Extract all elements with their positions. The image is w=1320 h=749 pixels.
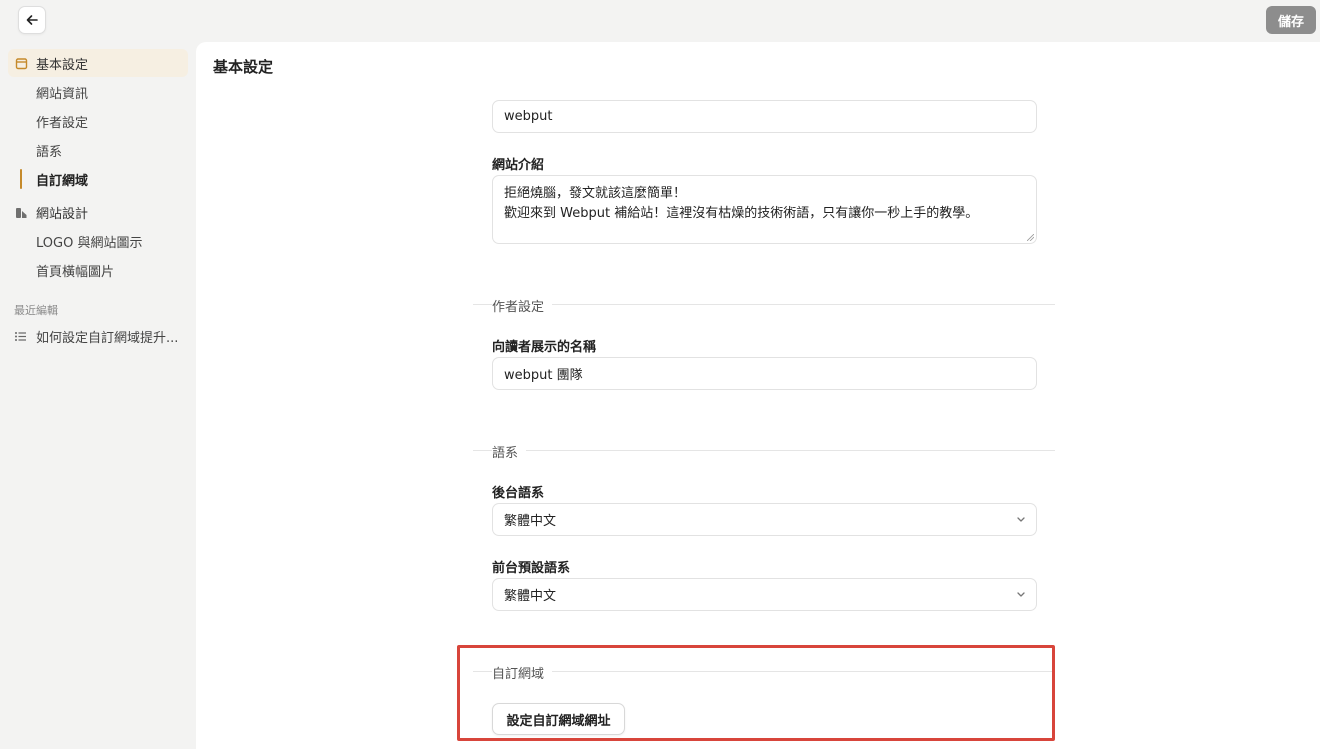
site-intro-line: 拒絕燒腦，發文就該這麼簡單！ (504, 186, 687, 201)
select-value: 繁體中文 (504, 514, 557, 529)
sidebar-item-banner[interactable]: 首頁橫幅圖片 (36, 259, 114, 281)
sidebar-group-label: 網站設計 (36, 206, 89, 222)
save-button[interactable]: 儲存 (1266, 6, 1316, 34)
backend-language-label: 後台語系 (492, 486, 545, 501)
chevron-down-icon (1017, 592, 1025, 597)
list-icon (14, 329, 28, 343)
author-name-input[interactable]: webput 團隊 (492, 357, 1037, 390)
recent-section-label: 最近編輯 (14, 304, 58, 317)
select-value: 繁體中文 (504, 589, 557, 604)
arrow-left-icon (26, 15, 38, 25)
calendar-icon (14, 56, 28, 70)
sidebar-item-author-settings[interactable]: 作者設定 (36, 110, 88, 132)
sidebar-item-language[interactable]: 語系 (36, 139, 62, 161)
top-bar: 儲存 (0, 0, 1320, 42)
sidebar-item-logo[interactable]: LOGO 與網站圖示 (36, 230, 142, 252)
author-name-label: 向讀者展示的名稱 (492, 340, 597, 355)
page-title: 基本設定 (213, 58, 274, 76)
back-button[interactable] (18, 6, 46, 34)
site-intro-textarea[interactable]: 拒絕燒腦，發文就該這麼簡單！ 歡迎來到 Webput 補給站！這裡沒有枯燥的技術… (492, 175, 1037, 244)
active-indicator (20, 169, 22, 189)
site-intro-line: 歡迎來到 Webput 補給站！這裡沒有枯燥的技術術語，只有讓你一秒上手的教學。 (504, 206, 979, 221)
sidebar: 基本設定 網站資訊 作者設定 語系 自訂網域 網站設計 LOGO 與網站圖示 首… (0, 42, 196, 749)
resize-handle-icon[interactable] (1027, 234, 1034, 241)
backend-language-select[interactable]: 繁體中文 (492, 503, 1037, 536)
section-divider (473, 450, 1055, 451)
frontend-language-label: 前台預設語系 (492, 561, 571, 576)
design-icon (14, 205, 28, 219)
language-section-title: 語系 (492, 442, 527, 461)
site-name-input[interactable]: webput (492, 100, 1037, 133)
section-divider (473, 304, 1055, 305)
sidebar-group-basic-settings[interactable]: 基本設定 (8, 49, 188, 77)
frontend-language-select[interactable]: 繁體中文 (492, 578, 1037, 611)
sidebar-group-label: 基本設定 (36, 57, 89, 73)
author-section-title: 作者設定 (492, 296, 553, 315)
site-intro-label: 網站介紹 (492, 158, 545, 173)
section-divider (473, 671, 1055, 672)
sidebar-group-site-design[interactable]: 網站設計 (8, 198, 188, 226)
main-panel: 基本設定 webput 網站介紹 拒絕燒腦，發文就該這麼簡單！ 歡迎來到 Web… (196, 42, 1320, 749)
set-custom-domain-button[interactable]: 設定自訂網域網址 (492, 703, 625, 735)
chevron-down-icon (1017, 517, 1025, 522)
recent-item-label: 如何設定自訂網域提升... (36, 330, 179, 346)
sidebar-item-custom-domain[interactable]: 自訂網域 (36, 168, 88, 190)
recent-item[interactable]: 如何設定自訂網域提升... (8, 322, 188, 350)
custom-domain-section-title: 自訂網域 (492, 663, 553, 682)
sidebar-item-site-info[interactable]: 網站資訊 (36, 81, 88, 103)
